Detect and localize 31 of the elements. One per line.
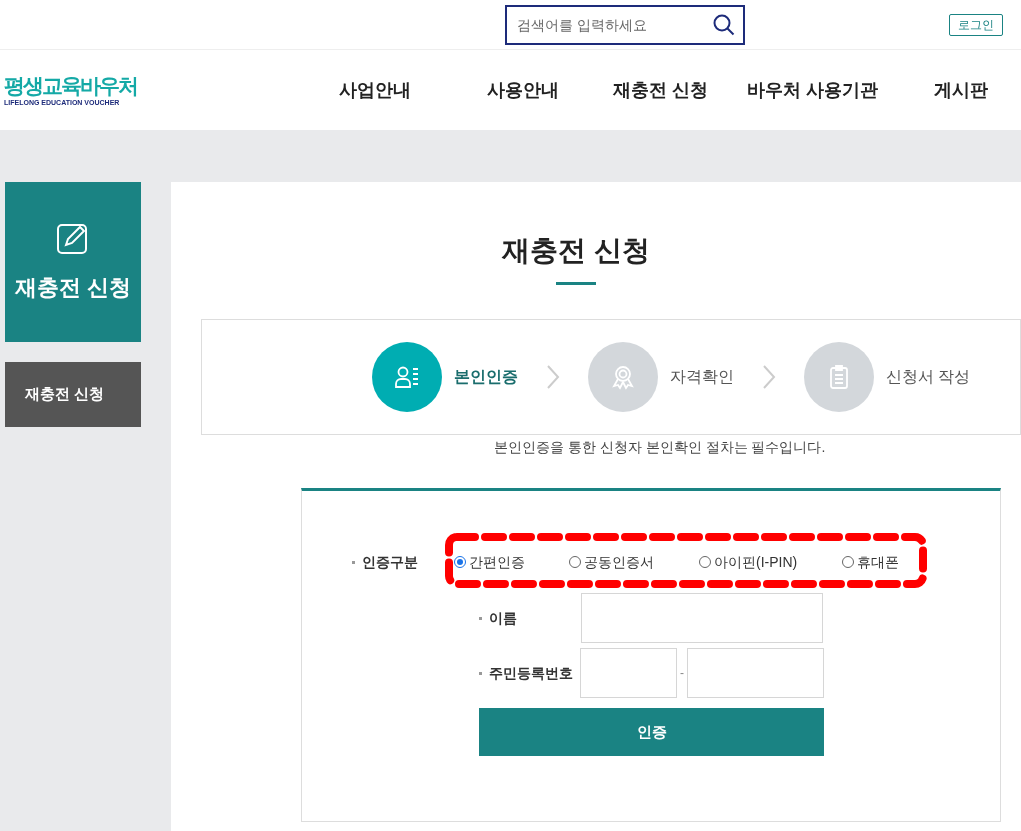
nav-link[interactable]: 사업안내 [301,76,449,104]
login-button[interactable]: 로그인 [949,13,1003,36]
chevron-icon [762,364,776,390]
step-label: 신청서 작성 [886,367,971,387]
chevron-icon [546,364,560,390]
radio-option[interactable]: 공동인증서 [569,551,699,573]
search-field[interactable]: 검색어를 입력하세요 [505,4,745,45]
nav-link[interactable]: 게시판 [901,76,1021,104]
medal-icon [610,364,636,390]
radio-option[interactable]: 휴대폰 [842,551,912,573]
sidebar-item[interactable]: 재충전 신청 [5,362,141,427]
page-title: 재충전 신청 [502,234,650,268]
notice-text: 본인인증을 통한 신청자 본인확인 절차는 필수입니다. [494,438,827,457]
nav-link[interactable]: 사용안내 [449,76,597,104]
rrn-front-field[interactable] [580,648,677,698]
verify-button[interactable]: 인증 [479,708,824,756]
field-label: 인증구분 [362,552,419,572]
nav-link[interactable]: 재충전 신청 [597,76,725,104]
search-icon[interactable] [712,12,736,37]
name-field[interactable] [581,593,823,643]
step-label: 자격확인 [670,367,734,387]
radio-option[interactable]: 간편인증 [454,551,569,573]
person-list-icon [394,364,420,390]
step-label: 본인인증 [454,367,518,387]
separator-text: - [679,665,685,682]
sidebar-title: 재충전 신청 [14,273,132,302]
nav-link[interactable]: 바우처 사용기관 [725,76,901,104]
radio-option[interactable]: 아이핀(I-PIN) [699,551,842,573]
rrn-back-field[interactable] [687,648,824,698]
field-label: 이름 [489,608,518,628]
field-label: 주민등록번호 [489,663,574,683]
